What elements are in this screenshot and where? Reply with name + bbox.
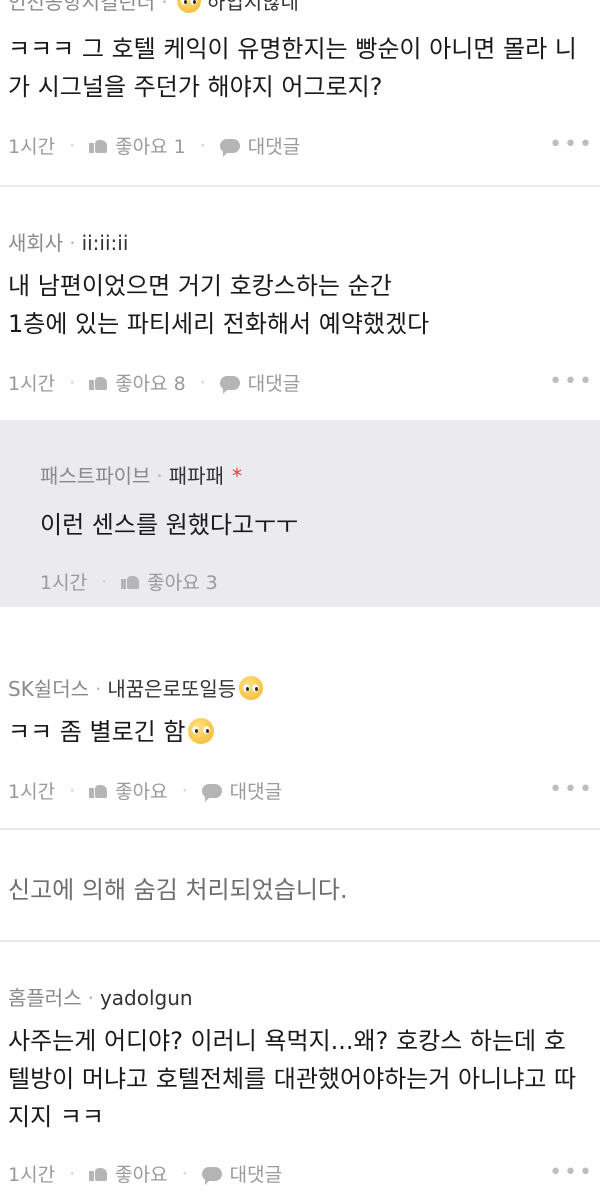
comment-card: 새회사 · ii:ii:ii 내 남편이었으면 거기 호캉스하는 순간 1층에 있는… xyxy=(0,187,600,420)
speech-bubble-icon xyxy=(201,784,222,802)
thumbs-up-icon xyxy=(121,573,140,589)
pleading-face-icon xyxy=(239,676,264,700)
reply-button[interactable]: 대댓글 xyxy=(219,132,300,159)
comment-text: ㅋㅋ 좀 별로긴 함 xyxy=(8,713,215,751)
thumbs-up-icon xyxy=(89,137,108,153)
author-nick[interactable]: yadolgun xyxy=(100,986,193,1010)
reply-button[interactable]: 대댓글 xyxy=(201,777,282,804)
speech-bubble-icon xyxy=(219,376,240,394)
comment-actions: 1시간 · 좋아요 · 대댓글 xyxy=(8,777,282,804)
like-button[interactable]: 좋아요 8 xyxy=(89,369,186,396)
comment-card: SK쉴더스 · 내꿈은로또일등 ㅋㅋ 좀 별로긴 함 1시간 · 좋아요 · 대댓글… xyxy=(0,607,600,828)
comment-line: ㅋㅋ 좀 별로긴 함 xyxy=(8,713,215,751)
emoji-icon xyxy=(176,0,201,13)
timestamp: 1시간 xyxy=(8,136,56,158)
comment-card: 인천공항지킬린더 · 하입지않네 ㅋㅋㅋ 그 호텔 케익이 유명한지는 빵순이 아… xyxy=(0,0,600,185)
thumbs-up-icon xyxy=(89,374,108,390)
comment-card: 홈플러스 · yadolgun 사주는게 어디야? 이러니 욕먹지...왜? 호캉스… xyxy=(0,942,600,1200)
author-nick[interactable]: 내꿈은로또일등 xyxy=(107,677,236,701)
comment-text: 사주는게 어디야? 이러니 욕먹지...왜? 호캉스 하는데 호 텔방이 머냐고… xyxy=(8,1022,576,1136)
author-company[interactable]: 새회사 xyxy=(8,231,63,255)
comment-line: 지지 ㅋㅋ xyxy=(8,1103,104,1131)
hidden-comment-text: 신고에 의해 숨김 처리되었습니다. xyxy=(8,876,348,904)
comment-text: ㅋㅋㅋ 그 호텔 케익이 유명한지는 빵순이 아니면 몰라 니 가 시그널을 주… xyxy=(8,30,577,106)
comment-meta: SK쉴더스 · 내꿈은로또일등 xyxy=(8,673,264,702)
thumbs-up-icon xyxy=(89,782,108,798)
comment-line: 이런 센스를 원했다고ㅜㅜ xyxy=(40,511,299,539)
speech-bubble-icon xyxy=(219,139,240,157)
like-button[interactable]: 좋아요 1 xyxy=(89,132,186,159)
hidden-comment: 신고에 의해 숨김 처리되었습니다. xyxy=(0,830,600,940)
author-nick[interactable]: ii:ii:ii xyxy=(82,231,129,255)
comment-line: 텔방이 머냐고 호텔전체를 대관했어야하는거 아니냐고 따 xyxy=(8,1065,577,1093)
comment-line: 가 시그널을 주던가 해야지 어그로지? xyxy=(8,73,383,101)
comment-meta: 새회사 · ii:ii:ii xyxy=(8,231,129,255)
author-company[interactable]: 홈플러스 xyxy=(8,986,82,1010)
comment-actions: 1시간 · 좋아요 1 · 대댓글 xyxy=(8,132,300,159)
reply-button[interactable]: 대댓글 xyxy=(219,369,300,396)
comment-text: 내 남편이었으면 거기 호캉스하는 순간 1층에 있는 파티세리 전화해서 예약… xyxy=(8,267,429,343)
comment-meta: 인천공항지킬린더 · 하입지않네 xyxy=(8,0,299,15)
more-options-icon[interactable]: ••• xyxy=(549,132,594,157)
like-button[interactable]: 좋아요 xyxy=(89,777,168,804)
pleading-face-icon xyxy=(188,718,215,744)
like-button[interactable]: 좋아요 xyxy=(89,1160,168,1187)
comment-actions: 1시간 · 좋아요 3 xyxy=(40,568,218,595)
speech-bubble-icon xyxy=(201,1167,222,1185)
comment-line: ㅋㅋㅋ 그 호텔 케익이 유명한지는 빵순이 아니면 몰라 니 xyxy=(8,35,577,63)
reply-button[interactable]: 대댓글 xyxy=(201,1160,282,1187)
comment-text: 이런 센스를 원했다고ㅜㅜ xyxy=(40,506,298,544)
timestamp: 1시간 xyxy=(40,572,88,594)
comment-actions: 1시간 · 좋아요 8 · 대댓글 xyxy=(8,369,300,396)
author-company[interactable]: SK쉴더스 xyxy=(8,677,89,701)
timestamp: 1시간 xyxy=(8,1164,56,1186)
thumbs-up-icon xyxy=(89,1165,108,1181)
author-company[interactable]: 인천공항지킬린더 xyxy=(8,0,155,14)
author-nick[interactable]: 패파패 xyxy=(169,464,224,488)
more-options-icon[interactable]: ••• xyxy=(549,369,594,394)
comment-line: 1층에 있는 파티세리 전화해서 예약했겠다 xyxy=(8,310,430,338)
comment-line: 내 남편이었으면 거기 호캉스하는 순간 xyxy=(8,272,392,300)
comment-meta: 홈플러스 · yadolgun xyxy=(8,986,193,1010)
timestamp: 1시간 xyxy=(8,373,56,395)
reply-card: 패스트파이브 · 패파패 * 이런 센스를 원했다고ㅜㅜ 1시간 · 좋아요 3 xyxy=(0,420,600,607)
comment-actions: 1시간 · 좋아요 · 대댓글 xyxy=(8,1160,282,1187)
author-company[interactable]: 패스트파이브 xyxy=(40,464,150,488)
more-options-icon[interactable]: ••• xyxy=(549,1160,594,1185)
like-button[interactable]: 좋아요 3 xyxy=(121,568,218,595)
timestamp: 1시간 xyxy=(8,781,56,803)
author-badge: * xyxy=(231,464,242,488)
more-options-icon[interactable]: ••• xyxy=(549,777,594,802)
comment-line: 사주는게 어디야? 이러니 욕먹지...왜? 호캉스 하는데 호 xyxy=(8,1027,566,1055)
comment-meta: 패스트파이브 · 패파패 * xyxy=(40,464,242,488)
author-nick[interactable]: 하입지않네 xyxy=(207,0,299,14)
